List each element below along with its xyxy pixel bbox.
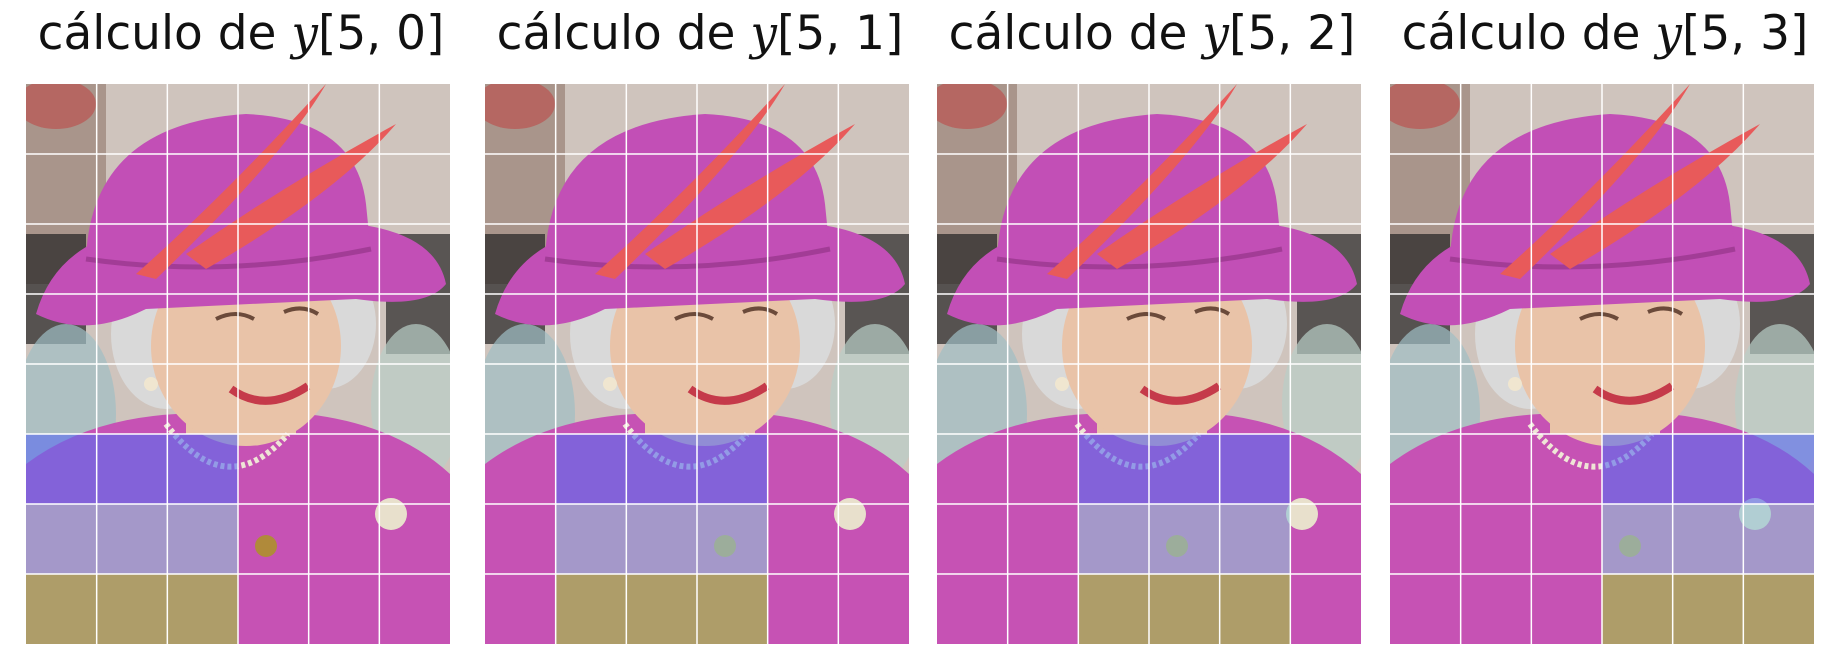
title-variable: y bbox=[291, 6, 318, 61]
panel-title: cálculo de y[5, 3] bbox=[1390, 6, 1820, 61]
earring bbox=[1055, 377, 1069, 391]
title-variable: y bbox=[750, 6, 777, 61]
panel-title: cálculo de y[5, 0] bbox=[26, 6, 456, 61]
portrait-svg bbox=[26, 84, 450, 644]
kernel-row-0 bbox=[555, 434, 768, 504]
kernel-row-0 bbox=[1602, 434, 1814, 504]
earring bbox=[1508, 377, 1522, 391]
kernel-row-1 bbox=[1078, 504, 1291, 574]
title-index: [5, 3] bbox=[1681, 6, 1809, 61]
panel-3: cálculo de y[5, 3] bbox=[1390, 0, 1820, 661]
portrait-svg bbox=[1390, 84, 1814, 644]
kernel-row-1 bbox=[555, 504, 768, 574]
panel-title: cálculo de y[5, 1] bbox=[485, 6, 915, 61]
panel-title: cálculo de y[5, 2] bbox=[937, 6, 1367, 61]
portrait-image bbox=[485, 84, 909, 644]
title-prefix: cálculo de bbox=[496, 6, 751, 61]
panel-0: cálculo de y[5, 0] bbox=[26, 0, 456, 661]
panel-2: cálculo de y[5, 2] bbox=[937, 0, 1367, 661]
portrait-svg bbox=[937, 84, 1361, 644]
portrait-image bbox=[26, 84, 450, 644]
kernel-row-2 bbox=[1078, 574, 1291, 644]
kernel-row-0 bbox=[26, 434, 238, 504]
portrait-image bbox=[937, 84, 1361, 644]
portrait-svg bbox=[485, 84, 909, 644]
earring bbox=[144, 377, 158, 391]
title-index: [5, 0] bbox=[317, 6, 445, 61]
kernel-row-2 bbox=[26, 574, 238, 644]
title-prefix: cálculo de bbox=[948, 6, 1203, 61]
coat-button bbox=[255, 535, 277, 557]
earring bbox=[603, 377, 617, 391]
kernel-row-0 bbox=[1078, 434, 1291, 504]
title-prefix: cálculo de bbox=[37, 6, 292, 61]
kernel-row-2 bbox=[1602, 574, 1814, 644]
kernel-row-2 bbox=[555, 574, 768, 644]
title-variable: y bbox=[1202, 6, 1229, 61]
kernel-row-1 bbox=[1602, 504, 1814, 574]
title-variable: y bbox=[1655, 6, 1682, 61]
panel-1: cálculo de y[5, 1] bbox=[485, 0, 915, 661]
title-index: [5, 1] bbox=[776, 6, 904, 61]
title-index: [5, 2] bbox=[1228, 6, 1356, 61]
portrait-image bbox=[1390, 84, 1814, 644]
kernel-row-1 bbox=[26, 504, 238, 574]
title-prefix: cálculo de bbox=[1401, 6, 1656, 61]
